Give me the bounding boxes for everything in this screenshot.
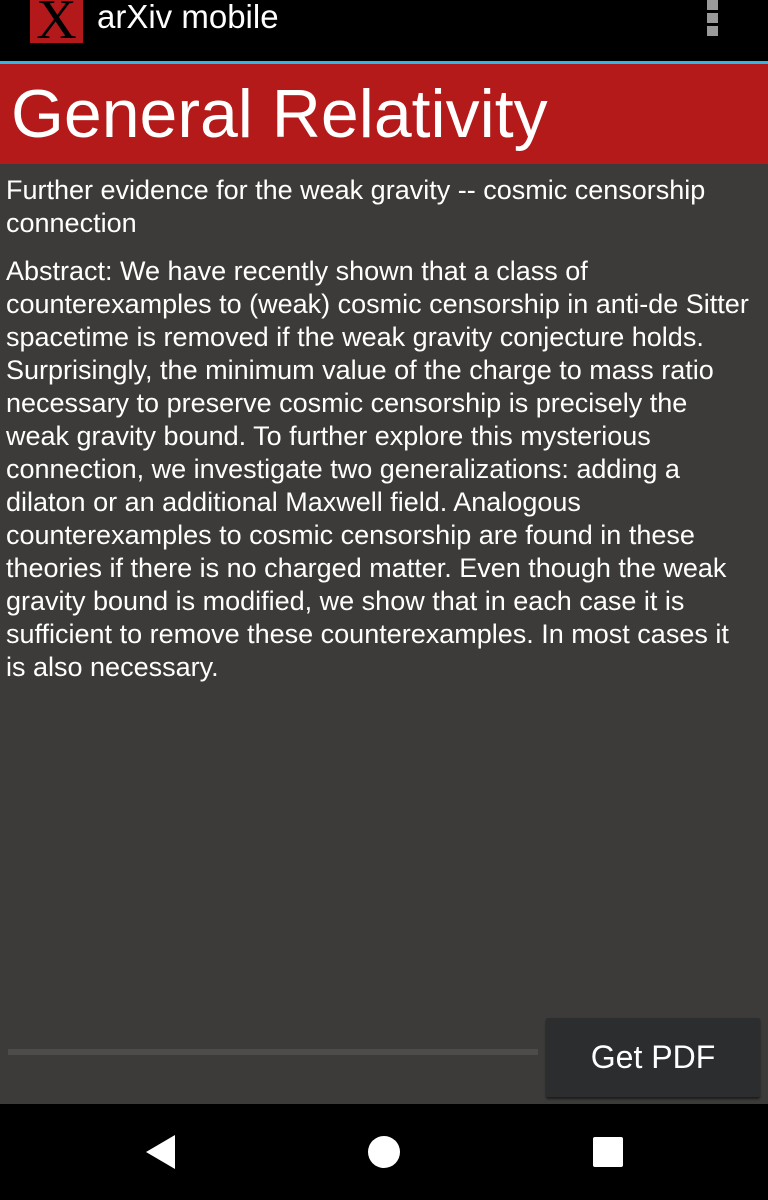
overflow-menu-icon[interactable]: [700, 0, 724, 40]
arxiv-logo-icon: X: [30, 0, 83, 43]
recents-square-icon[interactable]: [593, 1137, 623, 1167]
category-banner: General Relativity: [0, 64, 768, 164]
category-title: General Relativity: [11, 76, 548, 152]
overflow-menu-dot: [707, 13, 718, 23]
back-triangle-icon[interactable]: [146, 1135, 175, 1169]
overflow-menu-dot: [707, 0, 718, 10]
home-circle-icon[interactable]: [368, 1136, 400, 1168]
overflow-menu-dot: [707, 26, 718, 36]
get-pdf-button[interactable]: Get PDF: [546, 1018, 760, 1097]
paper-title: Further evidence for the weak gravity --…: [6, 175, 706, 238]
system-nav-bar: [0, 1104, 768, 1200]
app-title: arXiv mobile: [97, 0, 279, 35]
download-progress-bar: [8, 1049, 538, 1055]
arxiv-logo-glyph: X: [36, 0, 77, 43]
app-bar: X arXiv mobile: [0, 0, 768, 64]
paper-abstract: Abstract: We have recently shown that a …: [6, 256, 749, 682]
